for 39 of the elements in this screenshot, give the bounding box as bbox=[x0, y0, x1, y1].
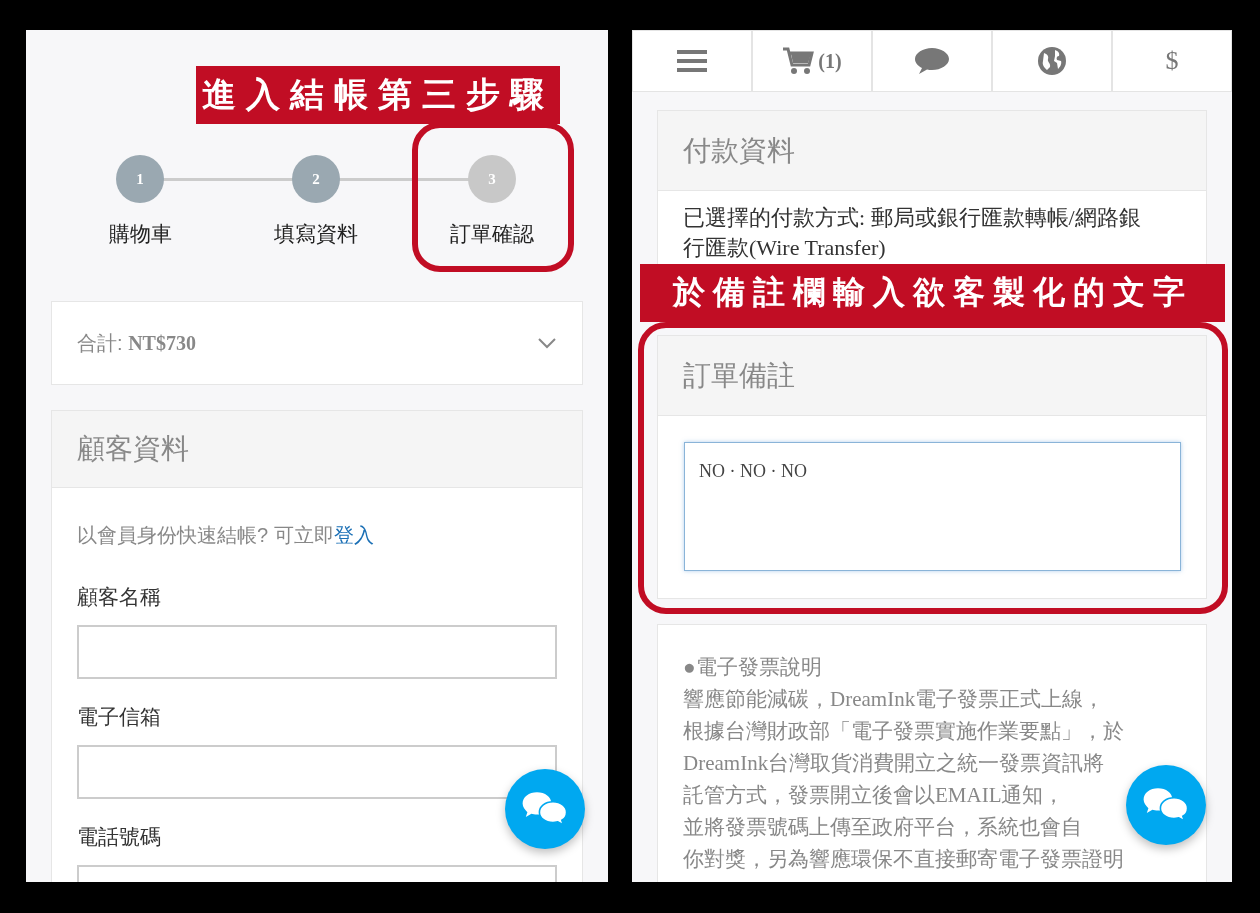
step-label: 填寫資料 bbox=[274, 221, 358, 247]
cart-icon bbox=[782, 47, 815, 75]
nav-tab[interactable] bbox=[872, 30, 992, 92]
card-title: 顧客資料 bbox=[52, 411, 582, 488]
globe-icon bbox=[1037, 46, 1067, 76]
annotation-banner: 於備註欄輸入欲客製化的文字 bbox=[640, 264, 1225, 322]
card-title: 訂單備註 bbox=[658, 336, 1206, 416]
invoice-text-line: 根據台灣財政部「電子發票實施作業要點」，於 bbox=[683, 718, 1124, 745]
invoice-text-line: DreamInk台灣取貨消費開立之統一發票資訊將 bbox=[683, 750, 1105, 777]
total-text: 合計: NT$730 bbox=[77, 330, 196, 356]
nav-tab[interactable] bbox=[992, 30, 1112, 92]
annotation-banner: 進入結帳第三步驟 bbox=[196, 66, 560, 124]
invoice-text-line: 並將發票號碼上傳至政府平台，系統也會自 bbox=[683, 814, 1082, 841]
nav-tab[interactable] bbox=[632, 30, 752, 92]
invoice-text-line: 你對獎，另為響應環保不直接郵寄電子發票證明 bbox=[683, 846, 1124, 873]
step-number: 2 bbox=[292, 155, 340, 203]
login-prompt: 以會員身份快速結帳? 可立即登入 bbox=[77, 523, 375, 548]
speech-bubble-icon bbox=[914, 46, 950, 76]
field-label: 電子信箱 bbox=[77, 704, 162, 730]
order-summary[interactable]: 合計: NT$730 bbox=[51, 301, 583, 385]
step-label: 購物車 bbox=[108, 221, 172, 247]
text-field[interactable] bbox=[77, 625, 557, 679]
currency-symbol: $ bbox=[1165, 46, 1179, 76]
invoice-text-line: ●電子發票說明 bbox=[683, 654, 822, 681]
step-label: 訂單確認 bbox=[450, 221, 534, 247]
card-title: 付款資料 bbox=[658, 111, 1206, 191]
field-label: 電話號碼 bbox=[77, 824, 162, 850]
nav-tab[interactable]: (1) bbox=[752, 30, 872, 92]
field-label: 顧客名稱 bbox=[77, 584, 162, 610]
invoice-text-line: 託管方式，發票開立後會以EMAIL通知， bbox=[683, 782, 1065, 809]
notes-field[interactable]: NO · NO · NO bbox=[684, 442, 1181, 571]
text-field[interactable] bbox=[77, 745, 557, 799]
invoice-text-line: 響應節能減碳，DreamInk電子發票正式上線， bbox=[683, 686, 1105, 713]
payment-method-text: 已選擇的付款方式: 郵局或銀行匯款轉帳/網路銀行匯款(Wire Transfer) bbox=[683, 204, 1142, 262]
step-number: 1 bbox=[116, 155, 164, 203]
login-link[interactable]: 登入 bbox=[333, 524, 374, 546]
cart-count: (1) bbox=[818, 49, 842, 73]
menu-icon bbox=[677, 49, 707, 73]
nav-tab[interactable]: $ bbox=[1112, 30, 1232, 92]
